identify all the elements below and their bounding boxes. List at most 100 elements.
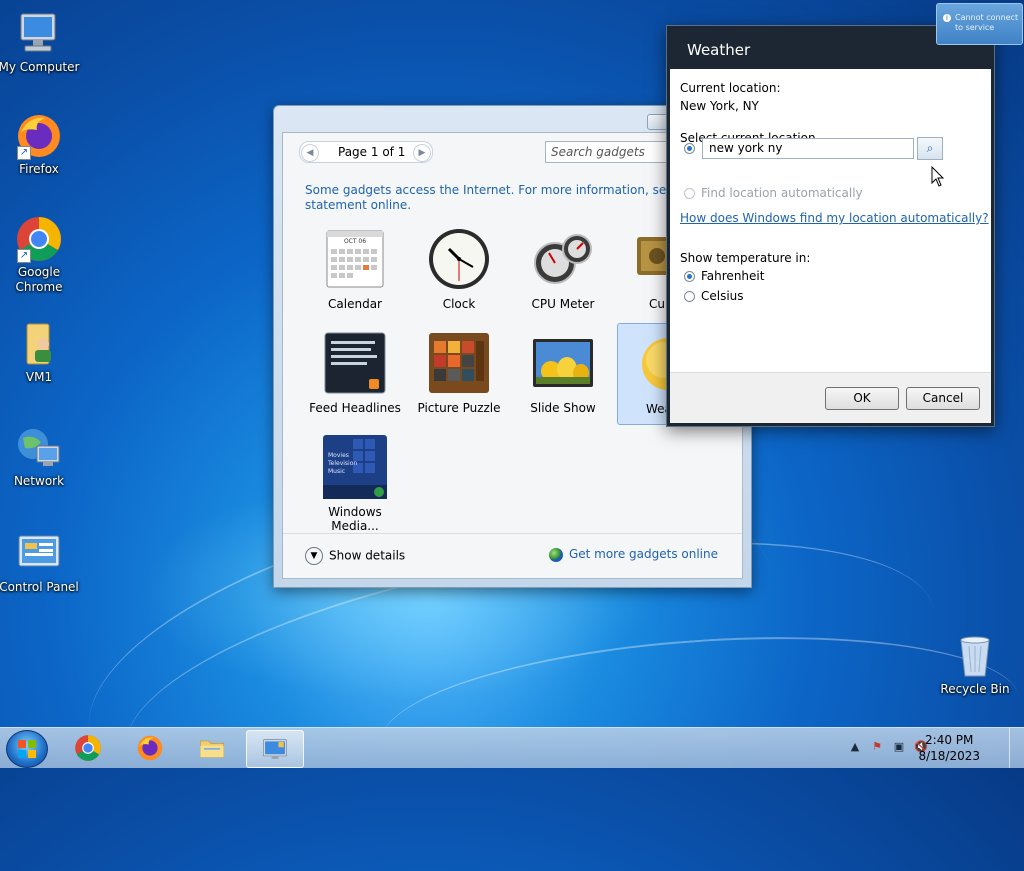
media-menu-item: Television xyxy=(328,460,358,467)
media-menu-item: Music xyxy=(328,468,346,475)
current-location-label: Current location: xyxy=(680,81,781,95)
privacy-info-text: Some gadgets access the Internet. For mo… xyxy=(305,183,725,213)
desktop-icon-my-computer[interactable]: My Computer xyxy=(0,10,80,75)
start-button[interactable] xyxy=(6,730,48,768)
current-location-value: New York, NY xyxy=(680,99,759,113)
get-more-gadgets-link[interactable]: Get more gadgets online xyxy=(548,547,718,562)
gadget-calendar[interactable]: OCT 06 Calendar xyxy=(305,219,405,319)
gadget-label: Picture Puzzle xyxy=(417,401,501,415)
desktop-icon-label: Firefox xyxy=(19,162,59,176)
chrome-icon: ↗ xyxy=(15,215,63,263)
calendar-icon: OCT 06 xyxy=(323,227,387,291)
cancel-button[interactable]: Cancel xyxy=(906,387,980,410)
shortcut-arrow-icon: ↗ xyxy=(17,249,31,263)
auto-location-label: Find location automatically xyxy=(701,186,863,200)
taskbar-desktop-gadgets[interactable] xyxy=(246,730,304,768)
desktop-icon-chrome[interactable]: ↗ Google Chrome xyxy=(0,215,80,295)
slide-show-icon xyxy=(531,331,595,395)
desktop-icon-vm1[interactable]: VM1 xyxy=(0,320,80,385)
gadget-feed-headlines[interactable]: Feed Headlines xyxy=(305,323,405,423)
info-icon: i xyxy=(943,14,951,22)
gadget-label: Clock xyxy=(442,297,476,311)
taskbar-firefox[interactable] xyxy=(122,730,178,766)
fahrenheit-radio[interactable] xyxy=(684,271,695,282)
desktop-icon-network[interactable]: Network xyxy=(0,424,80,489)
gadget-picture-puzzle[interactable]: Picture Puzzle xyxy=(409,323,509,423)
gadget-label: Calendar xyxy=(328,297,382,311)
next-page-button[interactable]: ▶ xyxy=(413,144,431,162)
privacy-info-line[interactable]: statement online. xyxy=(305,198,725,213)
auto-location-radio[interactable] xyxy=(684,188,695,199)
location-input[interactable]: new york ny xyxy=(702,138,914,159)
media-menu-item: Movies xyxy=(328,452,349,459)
network-icon xyxy=(15,424,63,472)
taskbar-file-explorer[interactable] xyxy=(184,730,240,766)
system-tray: ▲ ⚑ ▣ 🔇 2:40 PM 8/18/2023 xyxy=(814,728,1014,768)
show-hidden-icons-button[interactable]: ▲ xyxy=(848,740,862,754)
picture-puzzle-icon xyxy=(427,331,491,395)
desktop-icon-label: Network xyxy=(13,474,65,488)
desktop-icon-firefox[interactable]: ↗ Firefox xyxy=(0,112,80,177)
location-input-value: new york ny xyxy=(709,141,783,155)
fahrenheit-label: Fahrenheit xyxy=(701,269,765,283)
fahrenheit-option[interactable]: Fahrenheit xyxy=(684,269,764,283)
folder-icon xyxy=(198,734,226,762)
network-status-icon[interactable]: ▣ xyxy=(892,740,906,754)
gadget-slide-show[interactable]: Slide Show xyxy=(513,323,613,423)
desktop-icon-label: Recycle Bin xyxy=(940,682,1010,696)
show-desktop-button[interactable] xyxy=(1009,728,1024,768)
gadget-windows-media-center[interactable]: Movies Television Music Windows Media... xyxy=(305,427,405,533)
page-indicator: Page 1 of 1 xyxy=(338,145,406,159)
weather-settings-panel: Current location: New York, NY Select cu… xyxy=(670,69,991,423)
temperature-label: Show temperature in: xyxy=(680,251,811,265)
notification-line: Cannot connect xyxy=(955,13,1019,22)
calendar-month-label: OCT 06 xyxy=(343,238,367,245)
media-menu: Movies Television Music xyxy=(328,452,357,476)
globe-icon xyxy=(548,547,563,562)
recycle-bin-icon xyxy=(951,632,999,680)
windows-media-center-icon: Movies Television Music xyxy=(323,435,387,499)
auto-location-option[interactable]: Find location automatically xyxy=(684,186,863,200)
taskbar-clock[interactable]: 2:40 PM 8/18/2023 xyxy=(918,732,980,764)
weather-settings-dialog: Weather Current location: New York, NY S… xyxy=(666,25,995,427)
gallery-footer: ▼ Show details Get more gadgets online xyxy=(283,533,742,578)
show-details-button[interactable]: ▼ Show details xyxy=(305,547,405,565)
shortcut-arrow-icon: ↗ xyxy=(17,146,31,160)
show-details-label: Show details xyxy=(329,548,406,563)
desktop-icon-recycle-bin[interactable]: Recycle Bin xyxy=(934,632,1016,697)
computer-icon xyxy=(15,10,63,58)
firefox-icon xyxy=(136,734,164,762)
privacy-info-line[interactable]: Some gadgets access the Internet. For mo… xyxy=(305,183,725,198)
desktop-icon-control-panel[interactable]: Control Panel xyxy=(0,530,80,595)
get-more-gadgets-label: Get more gadgets online xyxy=(568,547,718,561)
weather-settings-body: Current location: New York, NY Select cu… xyxy=(670,69,991,399)
notification-toast[interactable]: i Cannot connect to service xyxy=(936,3,1023,45)
user-folder-icon xyxy=(15,320,63,368)
search-location-button[interactable]: ⌕ xyxy=(917,137,943,160)
desktop-icon-label: VM1 xyxy=(25,370,53,384)
firefox-icon: ↗ xyxy=(15,112,63,160)
celsius-radio[interactable] xyxy=(684,291,695,302)
gadget-label: Feed Headlines xyxy=(309,401,401,415)
gadget-cpu-meter[interactable]: CPU Meter xyxy=(513,219,613,319)
gadget-clock[interactable]: Clock xyxy=(409,219,509,319)
dialog-footer: OK Cancel xyxy=(670,372,991,423)
celsius-label: Celsius xyxy=(701,289,744,303)
location-help-link[interactable]: How does Windows find my location automa… xyxy=(680,211,989,225)
clock-time: 2:40 PM xyxy=(925,733,974,747)
previous-page-button[interactable]: ◀ xyxy=(301,144,319,162)
page-navigator: ◀ Page 1 of 1 ▶ xyxy=(299,141,433,163)
control-panel-icon xyxy=(15,530,63,578)
chrome-icon xyxy=(74,734,102,762)
celsius-option[interactable]: Celsius xyxy=(684,289,744,303)
taskbar-chrome[interactable] xyxy=(60,730,116,766)
action-center-icon[interactable]: ⚑ xyxy=(870,740,884,754)
search-icon: ⌕ xyxy=(926,141,934,155)
windows-logo-icon xyxy=(18,740,36,758)
notification-text: Cannot connect to service xyxy=(955,13,1021,33)
gadget-label: CPU Meter xyxy=(531,297,595,311)
manual-location-radio[interactable] xyxy=(684,143,695,154)
ok-button[interactable]: OK xyxy=(825,387,899,410)
clock-date: 8/18/2023 xyxy=(918,749,980,763)
clock-icon xyxy=(427,227,491,291)
